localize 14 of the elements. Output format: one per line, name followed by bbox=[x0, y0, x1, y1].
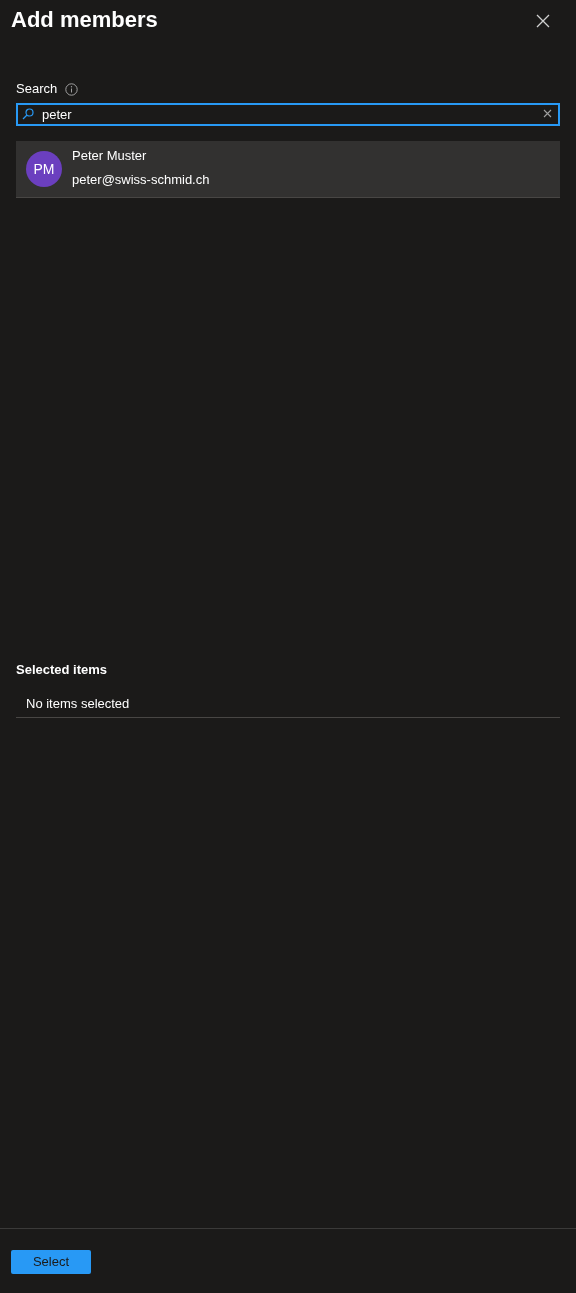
close-icon[interactable] bbox=[536, 14, 550, 28]
member-email: peter@swiss-schmid.ch bbox=[72, 171, 210, 189]
panel-title: Add members bbox=[11, 6, 158, 34]
search-label: Search bbox=[16, 80, 58, 99]
clear-icon[interactable] bbox=[543, 109, 552, 118]
avatar: PM bbox=[26, 151, 62, 187]
empty-message: No items selected bbox=[26, 696, 130, 711]
search-field[interactable]: peter bbox=[16, 103, 560, 126]
section-heading: Selected items bbox=[16, 661, 109, 678]
search-icon bbox=[22, 108, 34, 120]
result-item[interactable]: PM Peter Muster peter@swiss-schmid.ch bbox=[16, 141, 560, 198]
member-name: Peter Muster bbox=[72, 146, 148, 165]
select-button[interactable]: Select bbox=[11, 1249, 91, 1274]
info-icon bbox=[65, 82, 79, 96]
